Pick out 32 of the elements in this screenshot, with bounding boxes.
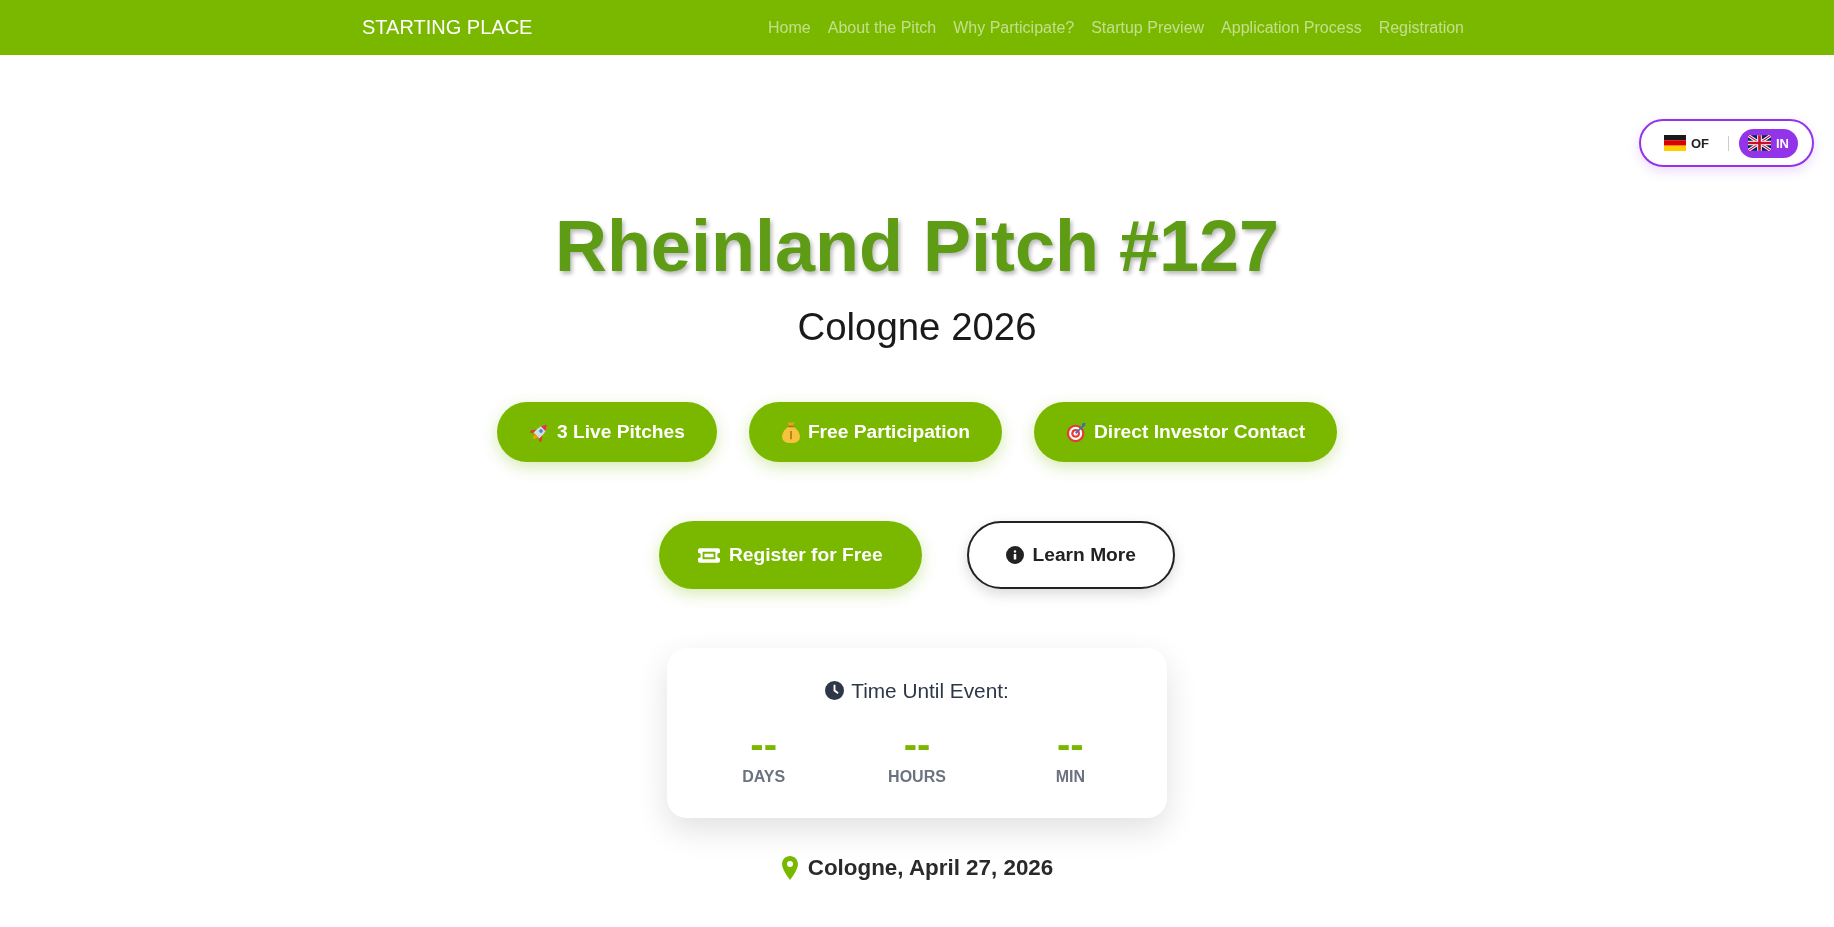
hero-title: Rheinland Pitch #127 [554,205,1280,288]
info-icon [1005,546,1024,564]
map-pin-icon [780,855,799,880]
outline-button[interactable]: Learn More [966,521,1175,589]
countdown-value: -- [750,724,777,764]
german-flag-icon [1663,135,1686,151]
countdown-value: -- [1057,724,1084,764]
money-bag-icon [780,421,801,443]
feature-pill: Direct Investor Contact [1033,402,1338,462]
target-icon [1065,421,1087,443]
nav-link[interactable]: Application Process [1221,17,1362,38]
primary-button[interactable]: Register for Free [659,521,922,589]
nav-link[interactable]: About the Pitch [827,17,937,38]
hero-subtitle: Cologne 2026 [797,304,1037,350]
nav-link[interactable]: Registration [1378,17,1464,38]
countdown-value: -- [903,724,931,764]
countdown-label: DAYS [742,767,786,786]
british-flag-icon [1748,135,1771,151]
countdown-label: HOURS [888,767,946,786]
nav-link[interactable]: Startup Preview [1091,17,1205,38]
countdown-label: MIN [1055,767,1085,786]
event-location: Cologne, April 27, 2026 [807,854,1054,881]
feature-pill: Free Participation [748,402,1002,462]
clock-icon [825,681,845,700]
language-option[interactable]: IN [1739,128,1798,158]
ticket-icon [698,547,720,563]
language-option[interactable]: OF [1654,128,1718,158]
countdown-title: Time Until Event: [851,678,1009,703]
brand-link[interactable]: STARTING PLACE [362,16,533,39]
nav-link[interactable]: Why Participate? [953,17,1075,38]
feature-pill: 3 Live Pitches [496,402,717,462]
nav-link[interactable]: Home [768,17,811,38]
